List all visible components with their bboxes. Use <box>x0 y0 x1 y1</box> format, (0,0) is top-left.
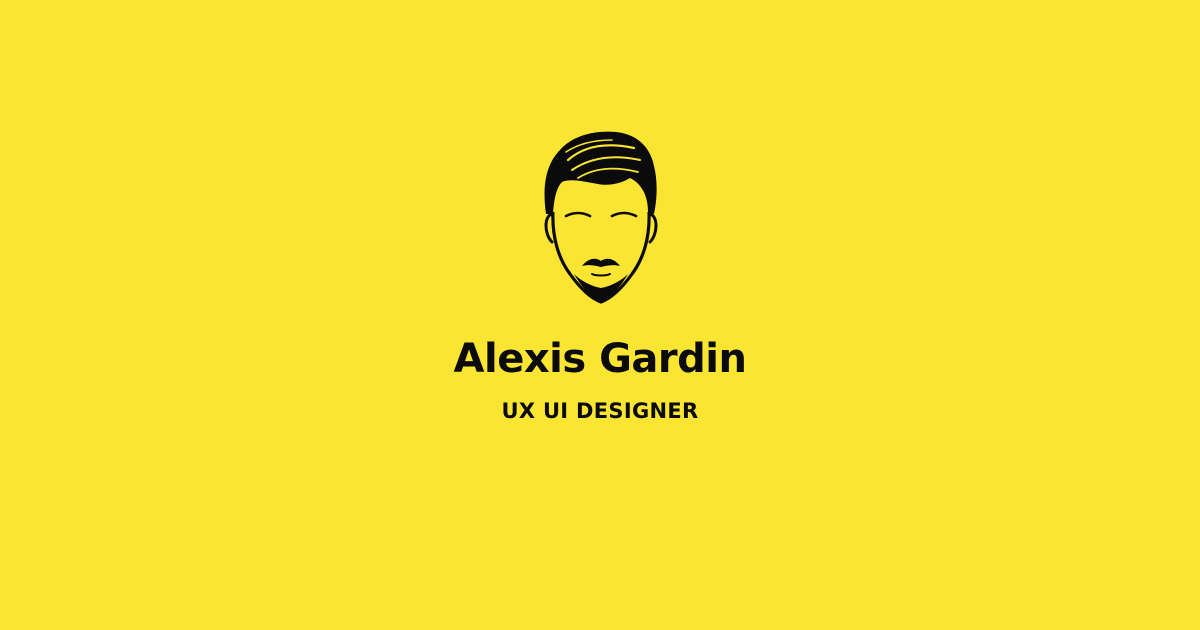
profile-title: UX UI DESIGNER <box>501 399 699 423</box>
eyebrow-right <box>610 211 638 218</box>
hair-shape <box>544 131 657 214</box>
man-face-portrait-icon <box>544 131 658 304</box>
profile-name: Alexis Gardin <box>453 336 747 382</box>
eyebrow-left <box>564 211 592 218</box>
moustache-shape <box>582 258 620 267</box>
